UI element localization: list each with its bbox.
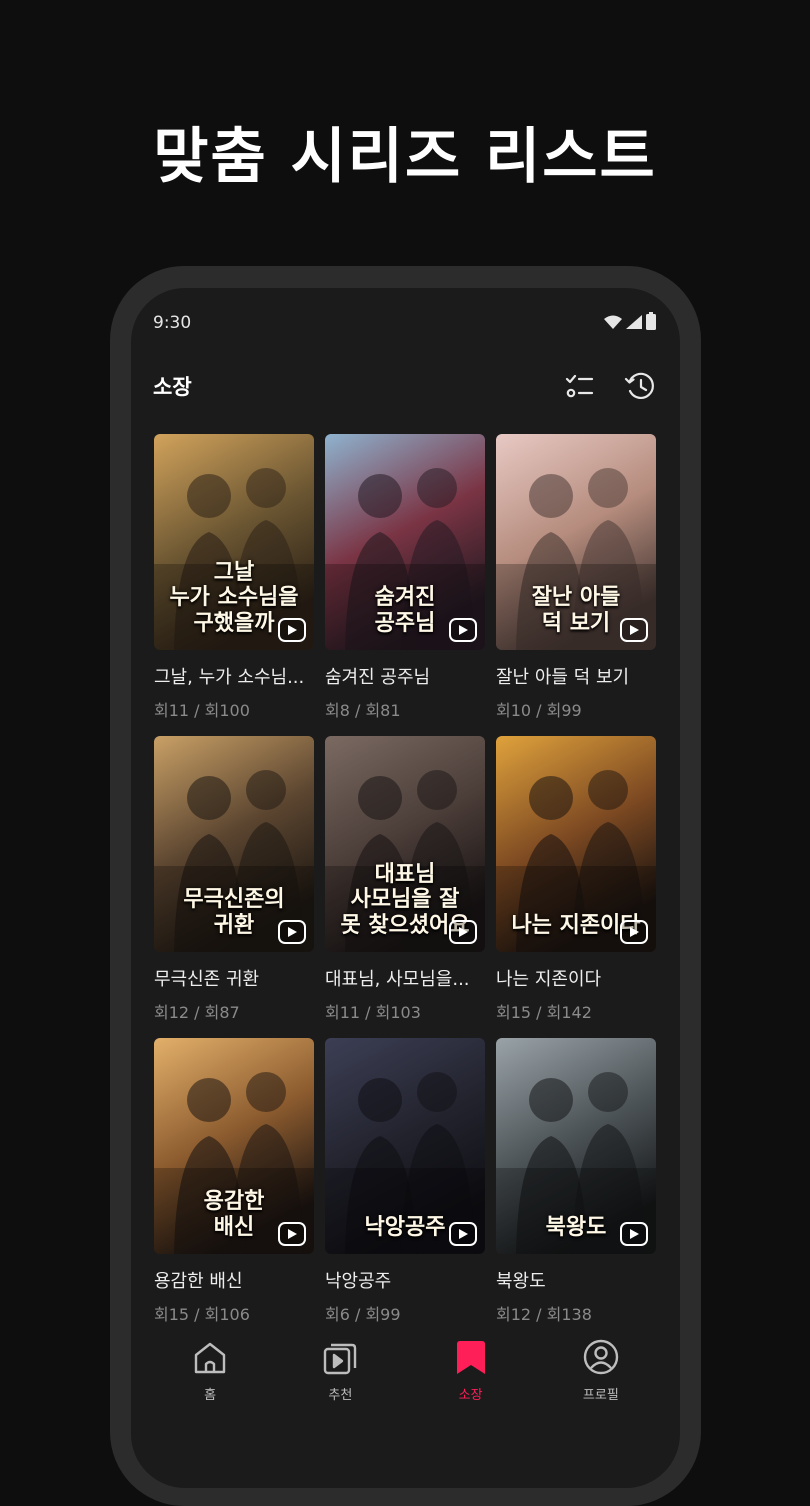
series-card[interactable]: 낙앙공주 낙앙공주 회6 / 회99 [325, 1038, 485, 1324]
series-poster[interactable]: 대표님 사모님을 잘 못 찾으셨어요 [325, 736, 485, 952]
series-title[interactable]: 잘난 아들 덕 보기 [496, 663, 656, 689]
play-icon[interactable] [449, 1222, 477, 1246]
nav-home[interactable]: 홈 [155, 1338, 265, 1428]
play-icon[interactable] [620, 1222, 648, 1246]
series-title[interactable]: 북왕도 [496, 1267, 656, 1293]
episode-progress: 회12 / 회87 [154, 1003, 240, 1022]
nav-recommend-label: 추천 [328, 1388, 353, 1403]
nav-collection[interactable]: 소장 [416, 1338, 526, 1428]
series-title[interactable]: 나는 지존이다 [496, 965, 656, 991]
play-icon[interactable] [449, 920, 477, 944]
episode-progress: 회8 / 회81 [325, 701, 401, 720]
cellular-signal-icon [626, 314, 642, 333]
series-title[interactable]: 용감한 배신 [154, 1267, 314, 1293]
history-icon[interactable] [624, 371, 656, 401]
episode-progress: 회10 / 회99 [496, 701, 582, 720]
series-title[interactable]: 낙앙공주 [325, 1267, 485, 1293]
promo-headline: 맞춤 시리즈 리스트 [153, 122, 657, 192]
bottom-nav: 홈 추천 소장 프로필 [131, 1338, 680, 1428]
recommend-play-icon [322, 1338, 358, 1376]
series-poster[interactable]: 잘난 아들 덕 보기 [496, 434, 656, 650]
wifi-icon [604, 314, 622, 333]
episode-progress: 회12 / 회138 [496, 1305, 592, 1324]
episode-progress: 회15 / 회142 [496, 1003, 592, 1022]
nav-collection-label: 소장 [458, 1388, 483, 1403]
episode-progress: 회6 / 회99 [325, 1305, 401, 1324]
status-time: 9:30 [153, 313, 192, 333]
series-title[interactable]: 대표님, 사모님을... [325, 965, 485, 991]
series-grid: 그날 누가 소수님을 구했을까그날, 누가 소수님... 회11 / 회100 숨겨… [154, 434, 657, 1324]
play-icon[interactable] [620, 618, 648, 642]
series-title[interactable]: 무극신존 귀환 [154, 965, 314, 991]
app-header: 소장 [153, 366, 656, 406]
profile-icon [582, 1338, 620, 1376]
play-icon[interactable] [620, 920, 648, 944]
series-poster[interactable]: 그날 누가 소수님을 구했을까 [154, 434, 314, 650]
bookmark-icon [455, 1338, 487, 1376]
header-actions [564, 371, 656, 401]
status-bar: 9:30 [153, 310, 656, 336]
phone-screen: 9:30 소장 그날 누가 소수님을 구했을까 그날, 누가 소수님... 회1… [131, 288, 680, 1488]
series-card[interactable]: 무극신존의 귀환무극신존 귀환회12 / 회87 [154, 736, 314, 1022]
series-card[interactable]: 숨겨진 공주님 숨겨진 공주님 회8 / 회81 [325, 434, 485, 720]
series-poster[interactable]: 숨겨진 공주님 [325, 434, 485, 650]
series-poster[interactable]: 용감한 배신 [154, 1038, 314, 1254]
play-icon[interactable] [278, 920, 306, 944]
series-card[interactable]: 북왕도 북왕도 회12 / 회138 [496, 1038, 656, 1324]
series-card[interactable]: 잘난 아들 덕 보기 잘난 아들 덕 보기 회10 / 회99 [496, 434, 656, 720]
series-card[interactable]: 용감한 배신 용감한 배신 회15 / 회106 [154, 1038, 314, 1324]
series-poster[interactable]: 북왕도 [496, 1038, 656, 1254]
series-card[interactable]: 그날 누가 소수님을 구했을까그날, 누가 소수님... 회11 / 회100 [154, 434, 314, 720]
series-title[interactable]: 그날, 누가 소수님... [154, 663, 314, 689]
status-icons [604, 312, 656, 334]
series-poster[interactable]: 나는 지존이다 [496, 736, 656, 952]
episode-progress: 회11 / 회103 [325, 1003, 421, 1022]
play-icon[interactable] [278, 618, 306, 642]
series-card[interactable]: 나는 지존이다 나는 지존이다 회15 / 회142 [496, 736, 656, 1022]
nav-profile-label: 프로필 [582, 1388, 619, 1403]
play-icon[interactable] [449, 618, 477, 642]
play-icon[interactable] [278, 1222, 306, 1246]
series-title[interactable]: 숨겨진 공주님 [325, 663, 485, 689]
battery-icon [646, 312, 656, 334]
checklist-icon[interactable] [564, 372, 594, 400]
page-title: 소장 [153, 375, 192, 399]
nav-home-label: 홈 [204, 1388, 217, 1403]
home-icon [192, 1338, 228, 1376]
nav-recommend[interactable]: 추천 [285, 1338, 395, 1428]
episode-progress: 회11 / 회100 [154, 701, 250, 720]
series-card[interactable]: 대표님 사모님을 잘 못 찾으셨어요대표님, 사모님을... 회11 / 회103 [325, 736, 485, 1022]
episode-progress: 회15 / 회106 [154, 1305, 250, 1324]
nav-profile[interactable]: 프로필 [546, 1338, 656, 1428]
series-poster[interactable]: 무극신존의 귀환 [154, 736, 314, 952]
series-poster[interactable]: 낙앙공주 [325, 1038, 485, 1254]
